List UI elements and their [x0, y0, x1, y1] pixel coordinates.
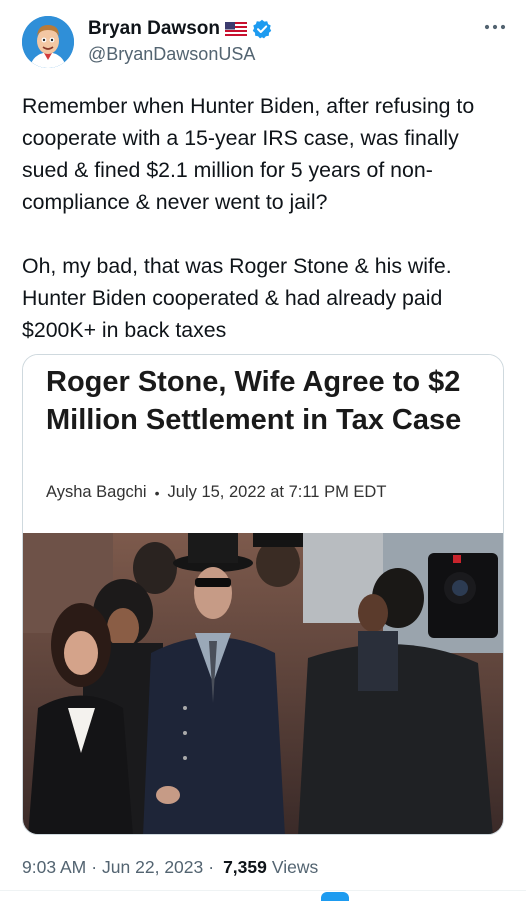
- news-photo-image: [23, 533, 503, 834]
- tweet-date[interactable]: Jun 22, 2023: [102, 857, 203, 878]
- views-label: Views: [271, 857, 319, 877]
- author-name-row[interactable]: Bryan Dawson: [88, 18, 272, 40]
- tweet-meta: 9:03 AM · Jun 22, 2023 · 7,359 Views: [22, 857, 318, 878]
- tweet-time[interactable]: 9:03 AM: [22, 857, 86, 878]
- article-date: July 15, 2022 at 7:11 PM EDT: [167, 483, 387, 501]
- verified-badge-icon[interactable]: [252, 19, 272, 39]
- link-card[interactable]: Roger Stone, Wife Agree to $2 Million Se…: [22, 354, 504, 835]
- article-byline: Aysha Bagchi • July 15, 2022 at 7:11 PM …: [46, 483, 386, 502]
- notification-badge-icon[interactable]: [321, 892, 349, 901]
- author-handle[interactable]: @BryanDawsonUSA: [88, 44, 255, 65]
- tweet-body: Remember when Hunter Biden, after refusi…: [22, 90, 508, 346]
- avatar-cartoon-icon: [22, 16, 74, 68]
- us-flag-icon: [224, 22, 247, 36]
- tweet-paragraph: Remember when Hunter Biden, after refusi…: [22, 94, 475, 214]
- meta-separator: ·: [208, 857, 215, 877]
- tweet-paragraph: Oh, my bad, that was Roger Stone & his w…: [22, 254, 452, 342]
- views-count[interactable]: 7,359: [223, 857, 267, 878]
- article-header: Roger Stone, Wife Agree to $2 Million Se…: [23, 355, 503, 533]
- tweet-header: Bryan Dawson @BryanDawsonUSA: [22, 14, 508, 70]
- meta-separator: ·: [91, 857, 98, 877]
- byline-separator: •: [154, 484, 160, 501]
- article-photo[interactable]: [23, 533, 503, 834]
- author-name[interactable]: Bryan Dawson: [88, 18, 220, 40]
- more-dots-icon[interactable]: [482, 20, 508, 34]
- divider: [0, 890, 526, 891]
- article-headline: Roger Stone, Wife Agree to $2 Million Se…: [46, 366, 462, 436]
- avatar[interactable]: [22, 16, 74, 68]
- article-author: Aysha Bagchi: [46, 483, 147, 501]
